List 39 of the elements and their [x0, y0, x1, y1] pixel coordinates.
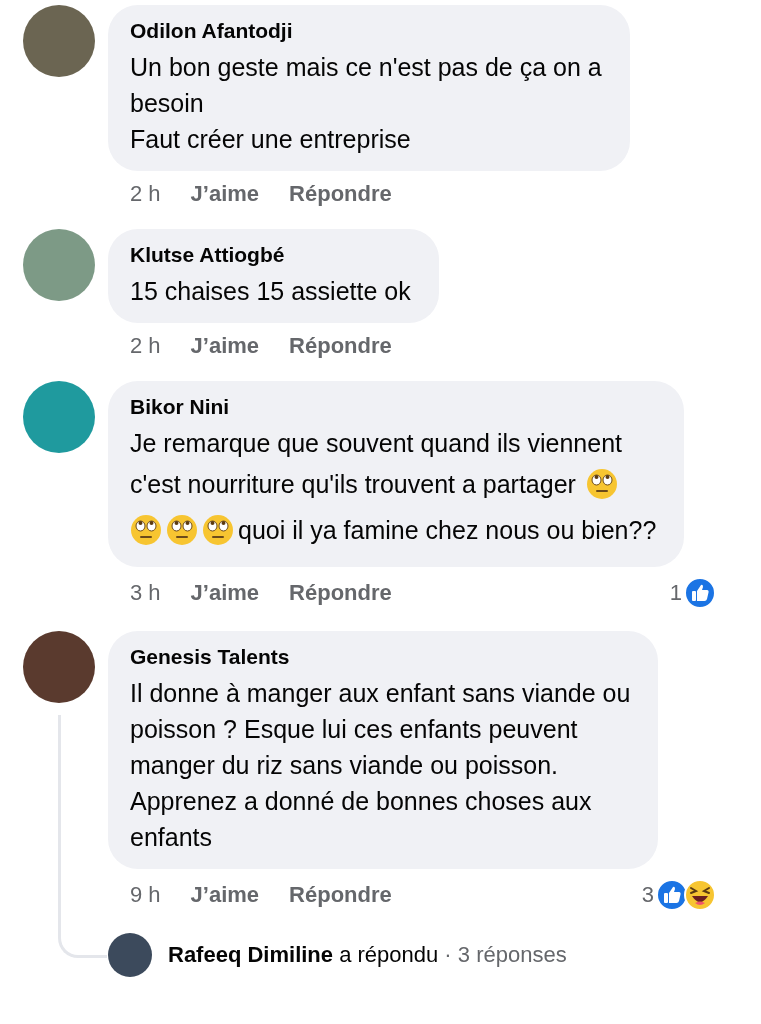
comment-text: enfants [130, 822, 212, 853]
reply-link[interactable]: Répondre [289, 580, 392, 606]
avatar[interactable] [108, 933, 152, 977]
comment-text: c'est nourriture qu'ils trouvent a partager [130, 469, 576, 500]
rolling-eyes-emoji-icon [585, 468, 618, 500]
comment-text: besoin [130, 88, 204, 119]
author-name[interactable]: Genesis Talents [130, 645, 637, 669]
reply-link[interactable]: Répondre [289, 181, 392, 207]
thumbs-up-icon[interactable] [684, 577, 716, 609]
timestamp: 2 h [130, 181, 161, 207]
author-name[interactable]: Klutse Attiogbé [130, 243, 417, 267]
rolling-eyes-emoji-icon [130, 514, 162, 546]
thumbs-up-icon[interactable] [656, 879, 688, 911]
view-replies-link[interactable]: Rafeeq Dimiline a répondu · 3 réponses [168, 942, 567, 968]
comment-text: Il donne à manger aux enfant sans viande ou [130, 678, 631, 709]
author-name[interactable]: Odilon Afantodji [130, 19, 608, 43]
rolling-eyes-emoji-icon [202, 514, 234, 546]
author-name[interactable]: Bikor Nini [130, 395, 663, 419]
reply-link[interactable]: Répondre [289, 882, 392, 908]
laughing-emoji-icon[interactable] [684, 879, 716, 911]
comment-text: poisson ? Esque lui ces enfants peuvent [130, 714, 578, 745]
comment-text: Je remarque que souvent quand ils viennent [130, 428, 622, 459]
timestamp: 9 h [130, 882, 161, 908]
comment-text: Apprenez a donné de bonnes choses aux [130, 786, 592, 817]
comment-text: 15 chaises 15 assiette ok [130, 276, 411, 307]
reply-link[interactable]: Répondre [289, 333, 392, 359]
like-link[interactable]: J’aime [190, 882, 260, 908]
like-link[interactable]: J’aime [190, 181, 260, 207]
reaction-count[interactable]: 1 [669, 580, 682, 606]
comment-text: Un bon geste mais ce n'est pas de ça on a [130, 52, 602, 83]
comment-text: manger du riz sans viande ou poisson. [130, 750, 559, 781]
timestamp: 3 h [130, 580, 161, 606]
rolling-eyes-emoji-icon [166, 514, 198, 546]
like-link[interactable]: J’aime [190, 580, 260, 606]
reaction-count[interactable]: 3 [641, 882, 654, 908]
like-link[interactable]: J’aime [190, 333, 260, 359]
comment-text: quoi il ya famine chez nous ou bien?? [238, 515, 657, 546]
timestamp: 2 h [130, 333, 161, 359]
comment-text: Faut créer une entreprise [130, 124, 411, 155]
